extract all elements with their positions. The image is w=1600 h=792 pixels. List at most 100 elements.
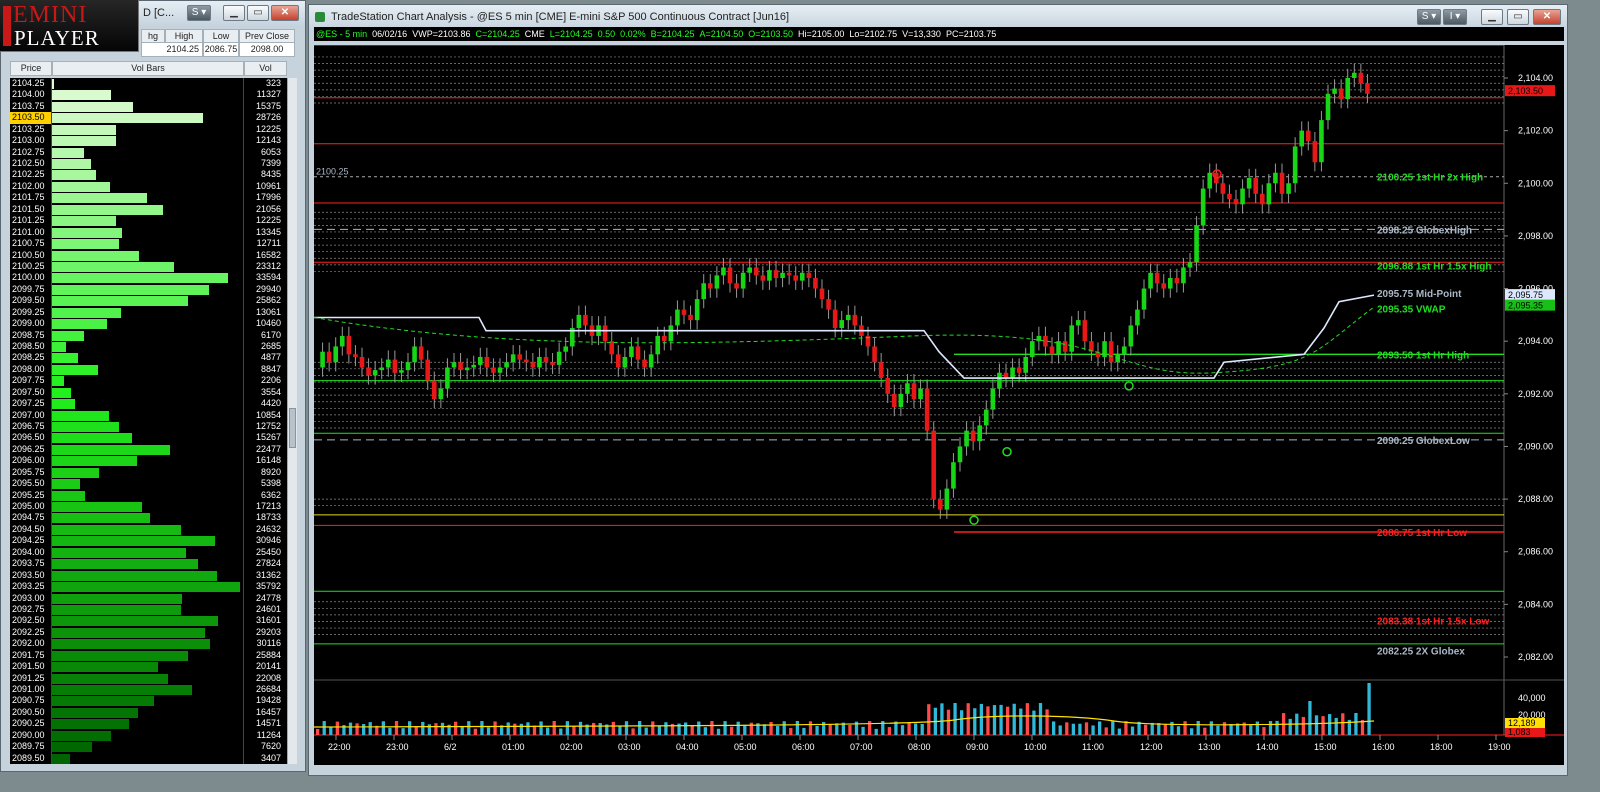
ladder-vol-bar (52, 490, 86, 501)
volume-bar (940, 703, 944, 735)
candle-body (615, 354, 621, 368)
price-axis-label: 2,090.00 (1518, 441, 1553, 451)
ladder-price: 2096.25 (12, 443, 45, 454)
volume-bar (559, 728, 563, 735)
candle-body (1016, 367, 1022, 373)
ladder-price: 2099.75 (12, 283, 45, 294)
ladder-vol-bar (52, 456, 137, 467)
ladder-vol-bar (52, 696, 155, 707)
candle-body (458, 362, 463, 371)
ladder-vol-bar (52, 387, 71, 398)
candle-body (701, 283, 707, 300)
ladder-price: 2095.25 (12, 489, 45, 500)
ladder-volume: 14571 (255, 718, 281, 729)
quote-field: PC=2103.75 (945, 29, 997, 39)
symbol-dropdown-icon[interactable]: S ▾ (187, 5, 211, 21)
candle-body (1023, 356, 1029, 373)
ladder-volume: 26684 (255, 683, 281, 694)
candle-body (418, 346, 424, 360)
ladder-volume: 3407 (260, 752, 281, 763)
candle-body (727, 267, 733, 284)
volume-bar (421, 721, 425, 735)
volume-bar (1150, 722, 1154, 735)
candle-body (320, 351, 325, 368)
volume-bar (546, 727, 550, 735)
candle-body (1259, 193, 1265, 205)
price-chart[interactable]: 2100.25 1st Hr 2x High 2098.25 GlobexHigh… (313, 44, 1564, 765)
volume-bar (1130, 726, 1135, 735)
volume-bar (473, 728, 477, 735)
ladder-price: 2098.25 (12, 352, 45, 363)
quote-field: Hi=2105.00 (798, 29, 845, 39)
volume-bar (960, 710, 964, 735)
ladder-header-vol-bars[interactable]: Vol Bars (52, 61, 244, 76)
candle-body (1365, 83, 1370, 94)
close-button[interactable]: ✕ (1533, 9, 1561, 25)
ladder-vol-bar (52, 250, 140, 261)
ladder-volume: 13345 (255, 226, 281, 237)
ladder-price: 2098.50 (12, 340, 45, 351)
ladder-volume: 28726 (255, 112, 281, 123)
volume-bar (1314, 715, 1319, 735)
ladder-price: 2089.50 (12, 752, 45, 763)
ladder-price: 2103.50 (10, 112, 51, 124)
candle-body (786, 272, 792, 276)
candle-body (405, 362, 411, 371)
minimize-button[interactable]: ▁ (223, 5, 245, 21)
candle-body (1181, 267, 1186, 284)
candle-body (1312, 141, 1318, 163)
candle-body (346, 335, 352, 355)
volume-bar (335, 721, 339, 735)
volume-bar (999, 704, 1003, 735)
symbol-link-icon[interactable]: S ▾ (1417, 9, 1441, 25)
candle-body (819, 288, 825, 300)
maximize-button[interactable]: ▭ (1507, 9, 1529, 25)
level-label: 2082.25 2X Globex (1377, 646, 1465, 657)
volume-bar (1209, 721, 1213, 735)
vwap-tag: 2,095.35 (1508, 301, 1543, 311)
volume-bar (611, 721, 615, 735)
ladder-vol-bar (52, 399, 76, 410)
scrollbar-thumb[interactable] (289, 408, 296, 448)
ladder-volume: 4420 (260, 398, 281, 409)
ladder-header-vol[interactable]: Vol (244, 61, 287, 76)
candle-body (668, 325, 674, 342)
volume-bar (1321, 716, 1325, 735)
ladder-price: 2097.75 (12, 375, 45, 386)
candle-body (372, 370, 378, 376)
candle-body (1174, 278, 1180, 284)
candle-body (504, 362, 509, 368)
candle-body (983, 409, 989, 426)
close-button[interactable]: ✕ (271, 5, 299, 21)
candle-body (353, 354, 358, 357)
chart-svg[interactable]: 2100.25 1st Hr 2x High 2098.25 GlobexHigh… (313, 44, 1564, 765)
ladder-vol-bar (52, 627, 206, 638)
ladder-scrollbar[interactable] (287, 78, 297, 764)
price-axis-label: 2,092.00 (1518, 389, 1553, 399)
volume-bar (1275, 720, 1279, 735)
volume-bar (355, 723, 359, 735)
candle-body (1338, 88, 1344, 100)
ladder-title: D [C... (143, 7, 175, 19)
info-icon[interactable]: I ▾ (1443, 9, 1467, 25)
volume-bar (1098, 721, 1102, 735)
ladder-header-price[interactable]: Price (10, 61, 52, 76)
candle-body (1266, 183, 1272, 205)
ladder-vol-bar (52, 193, 147, 204)
ladder-vol-bar (52, 582, 240, 593)
volume-ladder[interactable]: 2104.25 323 2104.00 11327 2103.75 15375 2103.5… (10, 78, 287, 764)
ladder-price: 2102.00 (12, 180, 45, 191)
volume-bar (651, 721, 655, 735)
ladder-price: 2092.00 (12, 638, 45, 649)
volume-bar (519, 723, 523, 735)
volume-bar (690, 725, 694, 735)
candle-body (1207, 172, 1213, 189)
candle-body (1200, 188, 1206, 226)
maximize-button[interactable]: ▭ (247, 5, 269, 21)
minimize-button[interactable]: ▁ (1481, 9, 1503, 25)
volume-bar (1328, 714, 1332, 735)
candle-body (1082, 320, 1088, 342)
time-axis-label: 12:00 (1140, 742, 1163, 752)
ladder-volume: 13061 (255, 306, 281, 317)
volume-bar (565, 721, 569, 735)
